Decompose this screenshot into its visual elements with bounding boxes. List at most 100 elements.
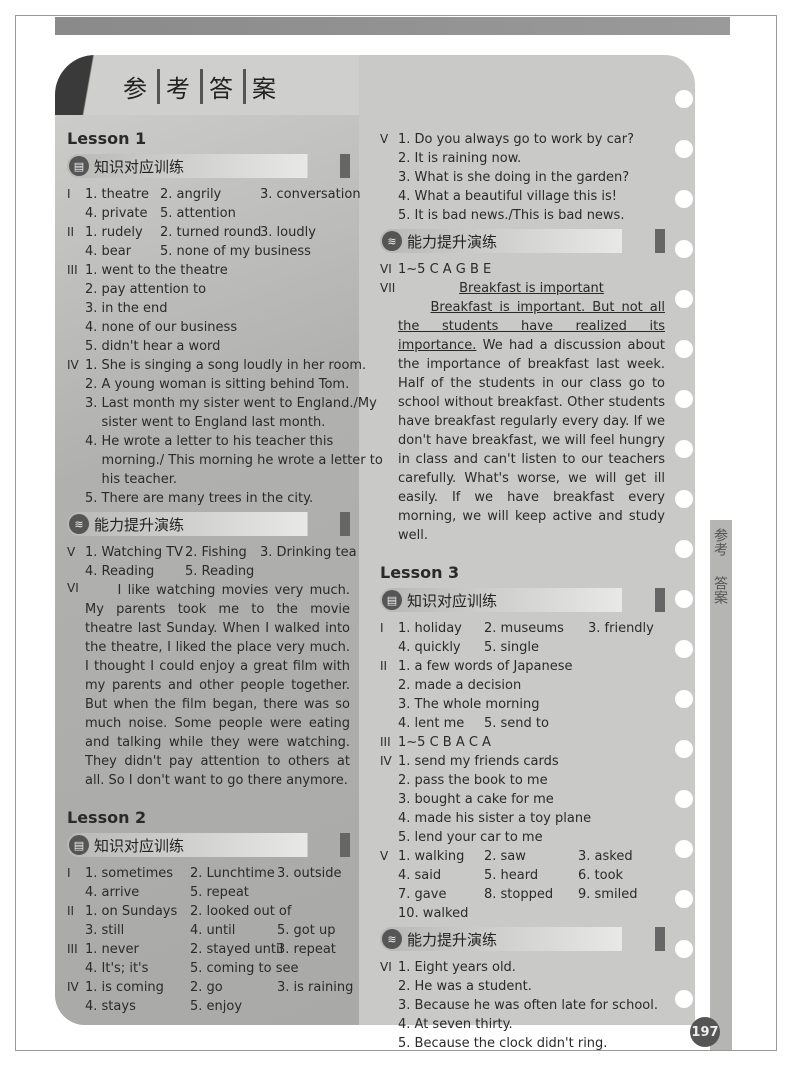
binding-hole xyxy=(675,140,693,158)
answer-row: V 1. Do you always go to work by car? xyxy=(380,130,665,149)
answer-item: 5. single xyxy=(484,640,540,655)
binding-hole xyxy=(675,590,693,608)
left-column: Lesson 1 ▤ 知识对应训练 I 1. theatre 2. angrily 3. c… xyxy=(67,128,383,1016)
answer-row: 4. Reading 5. Reading xyxy=(67,562,350,581)
answer-item: 1. rudely xyxy=(85,225,143,240)
answer-item: 2. saw xyxy=(484,849,526,864)
answer-item: 2. turned round xyxy=(160,225,262,240)
binding-hole xyxy=(675,290,693,308)
answer-row: II 1. rudely 2. turned round 3. loudly xyxy=(67,223,350,242)
roman-numeral: V xyxy=(67,545,76,559)
answer-row: 4. bear 5. none of my business xyxy=(67,242,350,261)
answer-row: V 1. walking 2. saw 3. asked xyxy=(380,847,665,866)
answer-item: 5. heard xyxy=(484,868,539,883)
answer-item: 10. walked xyxy=(398,906,469,921)
answer-row: IV 1. is coming 2. go 3. is raining xyxy=(67,978,353,997)
answer-row: his teacher. xyxy=(67,470,350,489)
answer-row: 4. lent me 5. send to xyxy=(380,714,665,733)
answer-row: morning./ This morning he wrote a letter… xyxy=(67,451,383,470)
page-number: 197 xyxy=(690,1017,720,1047)
lesson-heading: Lesson 2 xyxy=(67,808,147,827)
answer-item: his teacher. xyxy=(85,472,178,487)
book-icon: ▤ xyxy=(382,590,402,610)
book-icon: ▤ xyxy=(69,835,89,855)
answer-item: 3. loudly xyxy=(260,225,316,240)
roman-numeral: III xyxy=(67,942,78,956)
roman-numeral: II xyxy=(67,904,75,918)
answer-row: 3. Last month my sister went to England.… xyxy=(67,394,377,413)
answer-item: 5. repeat xyxy=(190,885,249,900)
roman-numeral: II xyxy=(67,225,75,239)
answer-row: 4. He wrote a letter to his teacher this xyxy=(67,432,350,451)
banner-bar xyxy=(340,154,350,178)
answer-row: 2. A young woman is sitting behind Tom. xyxy=(67,375,350,394)
answer-item: 3. friendly xyxy=(588,621,654,636)
answer-item: 5. It is bad news./This is bad news. xyxy=(398,208,625,223)
paragraph-text: I like watching movies very much. My par… xyxy=(85,583,350,788)
layers-icon: ≋ xyxy=(69,514,89,534)
answer-item: 5. lend your car to me xyxy=(398,830,543,845)
answer-item: 3. Last month my sister went to England.… xyxy=(85,396,377,411)
answer-item: 4. private xyxy=(85,206,148,221)
paragraph-block: VI I like watching movies very much. My p… xyxy=(67,581,350,790)
answer-row: 2. pass the book to me xyxy=(380,771,665,790)
answer-item: 5. coming to see xyxy=(190,961,299,976)
answer-row: III 1. never 2. stayed until 3. repeat xyxy=(67,940,350,959)
answer-item: 3. repeat xyxy=(277,942,336,957)
answer-item: 1. Eight years old. xyxy=(398,960,516,975)
lesson-heading: Lesson 3 xyxy=(380,563,460,582)
right-column: V 1. Do you always go to work by car? 2. I… xyxy=(380,130,665,1053)
roman-numeral: IV xyxy=(380,754,392,768)
answer-item: 3. asked xyxy=(578,849,633,864)
essay-text: Breakfast is important. But not all the … xyxy=(398,298,665,545)
banner-title: 知识对应训练 xyxy=(94,836,185,855)
answer-item: 4. lent me xyxy=(398,716,465,731)
answer-row: 5. lend your car to me xyxy=(380,828,665,847)
roman-numeral: I xyxy=(380,621,384,635)
answer-item: 4. until xyxy=(190,923,236,938)
binding-hole xyxy=(675,940,693,958)
answer-row: 4. What a beautiful village this is! xyxy=(380,187,665,206)
answer-item: 2. go xyxy=(190,980,223,995)
essay-block: VII Breakfast is important Breakfast is im… xyxy=(380,279,665,545)
top-band xyxy=(55,17,730,35)
answer-item: 9. smiled xyxy=(578,887,638,902)
section-banner: ▤ 知识对应训练 xyxy=(67,154,350,178)
answer-item: 4. It's; it's xyxy=(85,961,149,976)
banner-title: 能力提升演练 xyxy=(407,232,498,251)
answer-row: 2. He was a student. xyxy=(380,977,665,996)
binding-hole xyxy=(675,190,693,208)
answer-item: 4. stays xyxy=(85,999,136,1014)
answer-row: 2. pay attention to xyxy=(67,280,350,299)
answer-row: III 1. went to the theatre xyxy=(67,261,350,280)
answer-item: 4. said xyxy=(398,868,442,883)
answer-item: 2. stayed until xyxy=(190,942,284,957)
answer-row: 4. quickly 5. single xyxy=(380,638,665,657)
answer-item: 4. none of our business xyxy=(85,320,238,335)
answer-row: 3. bought a cake for me xyxy=(380,790,665,809)
answer-item: 1. Watching TV xyxy=(85,545,184,560)
roman-numeral: V xyxy=(380,849,389,863)
answer-row: 5. Because the clock didn't ring. xyxy=(380,1034,665,1053)
answer-item: 1~5 C B A C A xyxy=(398,735,491,750)
answer-item: 4. What a beautiful village this is! xyxy=(398,189,617,204)
answer-item: 2. He was a student. xyxy=(398,979,532,994)
answer-item: 1. on Sundays xyxy=(85,904,178,919)
answer-item: 7. gave xyxy=(398,887,447,902)
essay-heading: Breakfast is important xyxy=(459,281,604,296)
answer-item: 1. never xyxy=(85,942,139,957)
banner-bar xyxy=(655,588,665,612)
answer-row: sister went to England last month. xyxy=(67,413,350,432)
banner-title: 知识对应训练 xyxy=(94,157,185,176)
binding-hole xyxy=(675,540,693,558)
essay-body: We had a discussion about the importance… xyxy=(398,338,665,543)
banner-title: 能力提升演练 xyxy=(407,930,498,949)
answer-item: 2. made a decision xyxy=(398,678,522,693)
answer-item: 1~5 C A G B E xyxy=(398,262,492,277)
layers-icon: ≋ xyxy=(382,929,402,949)
lesson-heading: Lesson 1 xyxy=(67,129,147,148)
roman-numeral: VI xyxy=(380,262,392,276)
answer-item: 2. A young woman is sitting behind Tom. xyxy=(85,377,350,392)
answer-item: 3. Drinking tea xyxy=(260,545,357,560)
answer-row: 3. What is she doing in the garden? xyxy=(380,168,665,187)
